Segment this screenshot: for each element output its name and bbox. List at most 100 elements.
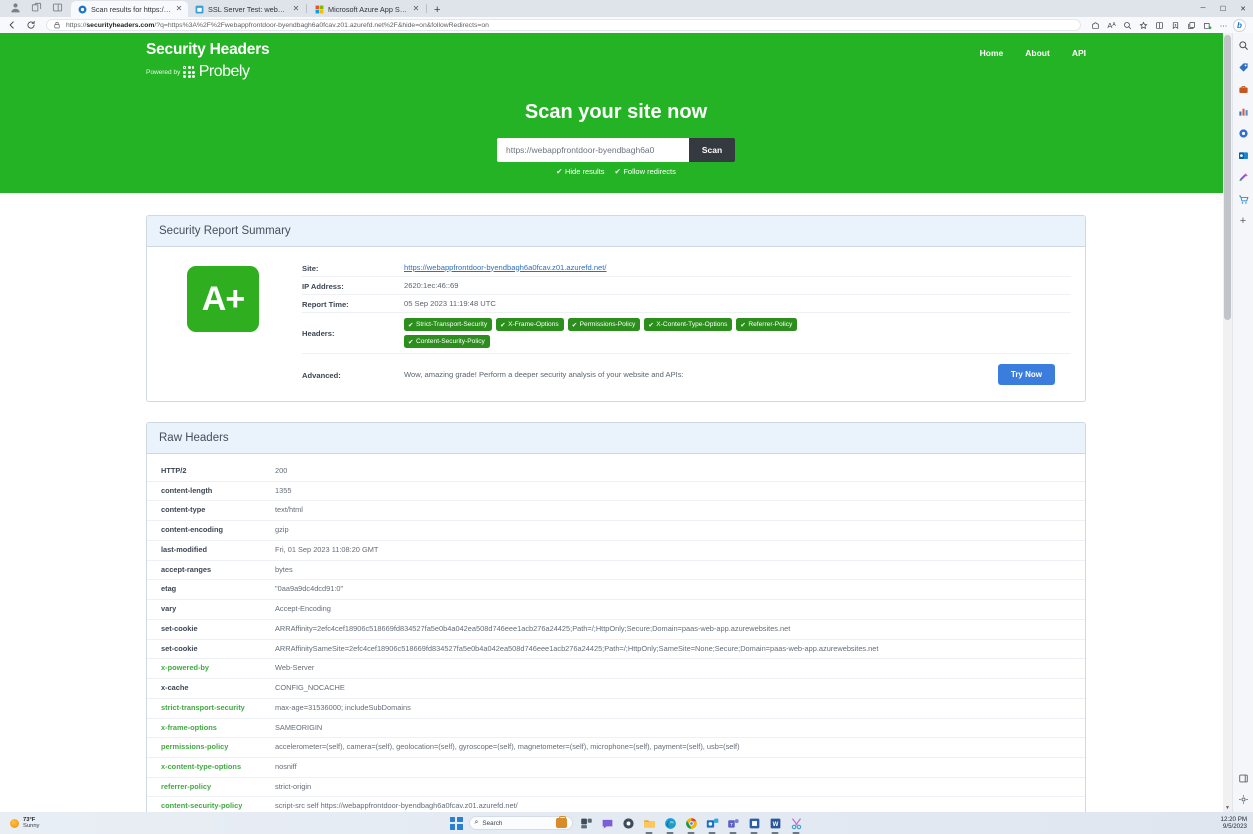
badge-label: X-Frame-Options [508, 321, 559, 328]
table-row: accept-rangesbytes [147, 560, 1085, 580]
tag-icon[interactable] [1236, 60, 1250, 74]
maximize-button[interactable]: ☐ [1213, 0, 1233, 17]
shopping-cart-icon[interactable] [1236, 192, 1250, 206]
tab-divider [306, 4, 307, 13]
search-icon[interactable] [1236, 38, 1250, 52]
table-row: HTTP/2200 [147, 462, 1085, 481]
split-screen-icon[interactable] [1152, 18, 1167, 32]
scroll-down-arrow[interactable]: ▼ [1223, 803, 1232, 812]
browser-tab-1[interactable]: SSL Server Test: webappfrontdoo ✕ [188, 1, 305, 17]
sidebar-bottom-icons [1233, 771, 1253, 806]
scan-button[interactable]: Scan [689, 138, 735, 162]
header-key: content-length [147, 481, 275, 501]
advanced-text: Wow, amazing grade! Perform a deeper sec… [404, 370, 684, 379]
browser-tab-2[interactable]: Microsoft Azure App Service - W ✕ [308, 1, 425, 17]
chat-icon[interactable] [600, 816, 615, 831]
option-hide-results[interactable]: ✔ Hide results [556, 167, 604, 176]
taskbar-search-box[interactable]: ⌕ Search [469, 816, 573, 830]
teams-icon[interactable]: T [726, 816, 741, 831]
header-value: max-age=31536000; includeSubDomains [275, 698, 1085, 718]
try-now-button[interactable]: Try Now [998, 364, 1055, 385]
header-value: 1355 [275, 481, 1085, 501]
table-row: set-cookieARRAffinity=2efc4cef18906c5186… [147, 619, 1085, 639]
add-icon[interactable]: + [1236, 214, 1250, 228]
header-key: referrer-policy [147, 777, 275, 797]
zoom-icon[interactable] [1120, 18, 1135, 32]
task-view-icon[interactable] [579, 816, 594, 831]
sidebar-expand-icon[interactable] [1237, 771, 1251, 785]
designer-icon[interactable] [1236, 170, 1250, 184]
word-icon[interactable]: W [768, 816, 783, 831]
nav-item-api[interactable]: API [1072, 48, 1086, 58]
refresh-icon[interactable] [23, 18, 39, 32]
start-button-icon[interactable] [450, 817, 463, 830]
header-value: Web-Server [275, 659, 1085, 679]
back-icon[interactable] [4, 18, 20, 32]
scan-url-input[interactable] [497, 138, 689, 162]
store-icon[interactable] [747, 816, 762, 831]
sun-icon [10, 819, 19, 828]
chrome-icon[interactable] [684, 816, 699, 831]
summary-heading: Security Report Summary [159, 225, 1073, 237]
search-placeholder: Search [482, 820, 551, 827]
lock-icon [53, 21, 61, 29]
nav-item-home[interactable]: Home [980, 48, 1004, 58]
file-explorer-icon[interactable] [642, 816, 657, 831]
taskbar-clock[interactable]: 12:20 PM 9/5/2023 [1221, 816, 1247, 830]
settings-gear-icon[interactable] [1236, 126, 1250, 140]
header-key: content-type [147, 501, 275, 521]
powered-by-label: Powered by [146, 69, 180, 76]
add-favorite-icon[interactable] [1168, 18, 1183, 32]
header-key: x-cache [147, 679, 275, 699]
page-scrollbar[interactable]: ▲ ▼ [1223, 33, 1232, 812]
favorite-star-icon[interactable] [1136, 18, 1151, 32]
option-follow-redirects[interactable]: ✔ Follow redirects [615, 167, 676, 176]
snipping-tool-icon[interactable] [789, 816, 804, 831]
site-url-link[interactable]: https://webappfrontdoor-byendbagh6a0fcav… [404, 263, 607, 272]
close-icon[interactable]: ✕ [292, 5, 300, 13]
outlook-icon[interactable] [705, 816, 720, 831]
raw-headers-table: HTTP/2200 content-length1355 content-typ… [147, 462, 1085, 812]
tab-title: Scan results for https://webappf [91, 5, 171, 14]
summary-row-advanced: Advanced: Wow, amazing grade! Perform a … [302, 354, 1071, 387]
header-badge-list: ✔Strict-Transport-Security ✔X-Frame-Opti… [404, 318, 804, 348]
scan-form: Scan [146, 138, 1086, 162]
edge-icon[interactable] [663, 816, 678, 831]
close-icon[interactable]: ✕ [412, 5, 420, 13]
outlook-icon[interactable] [1236, 148, 1250, 162]
card-header: Security Report Summary [147, 216, 1085, 247]
browser-essentials-icon[interactable] [1200, 18, 1215, 32]
games-icon[interactable] [1236, 104, 1250, 118]
split-screen-icon[interactable] [52, 2, 63, 13]
badge-label: Content-Security-Policy [416, 338, 485, 345]
badge-label: X-Content-Type-Options [656, 321, 727, 328]
profile-icon[interactable] [10, 2, 21, 13]
collections-icon[interactable] [1088, 18, 1103, 32]
new-tab-button[interactable]: + [428, 3, 446, 17]
read-aloud-icon[interactable]: AA [1104, 18, 1119, 32]
copilot-bing-icon[interactable]: b [1232, 18, 1247, 32]
briefcase-icon[interactable] [1236, 82, 1250, 96]
weather-condition: Sunny [23, 823, 39, 829]
scrollbar-thumb[interactable] [1224, 35, 1231, 320]
header-key: vary [147, 600, 275, 620]
status-badge: ✔Strict-Transport-Security [404, 318, 492, 331]
close-icon[interactable]: ✕ [175, 5, 183, 13]
settings-icon[interactable] [621, 816, 636, 831]
tab-actions-icon[interactable] [31, 2, 42, 13]
minimize-button[interactable]: ─ [1193, 0, 1213, 17]
browser-tab-0[interactable]: Scan results for https://webappf ✕ [71, 1, 188, 17]
nav-item-about[interactable]: About [1025, 48, 1050, 58]
tab-divider [426, 4, 427, 13]
address-bar[interactable]: https://securityheaders.com/?q=https%3A%… [46, 19, 1081, 31]
row-label: Advanced: [302, 370, 404, 380]
navbar-right-icons: AA ⋯ b [1088, 18, 1249, 32]
header-value: SAMEORIGIN [275, 718, 1085, 738]
check-icon: ✔ [556, 167, 562, 176]
badge-label: Strict-Transport-Security [416, 321, 487, 328]
sidebar-settings-icon[interactable] [1237, 792, 1251, 806]
settings-more-icon[interactable]: ⋯ [1216, 18, 1231, 32]
close-window-button[interactable]: ✕ [1233, 0, 1253, 17]
collections2-icon[interactable] [1184, 18, 1199, 32]
weather-widget[interactable]: 73°F Sunny [0, 817, 200, 829]
